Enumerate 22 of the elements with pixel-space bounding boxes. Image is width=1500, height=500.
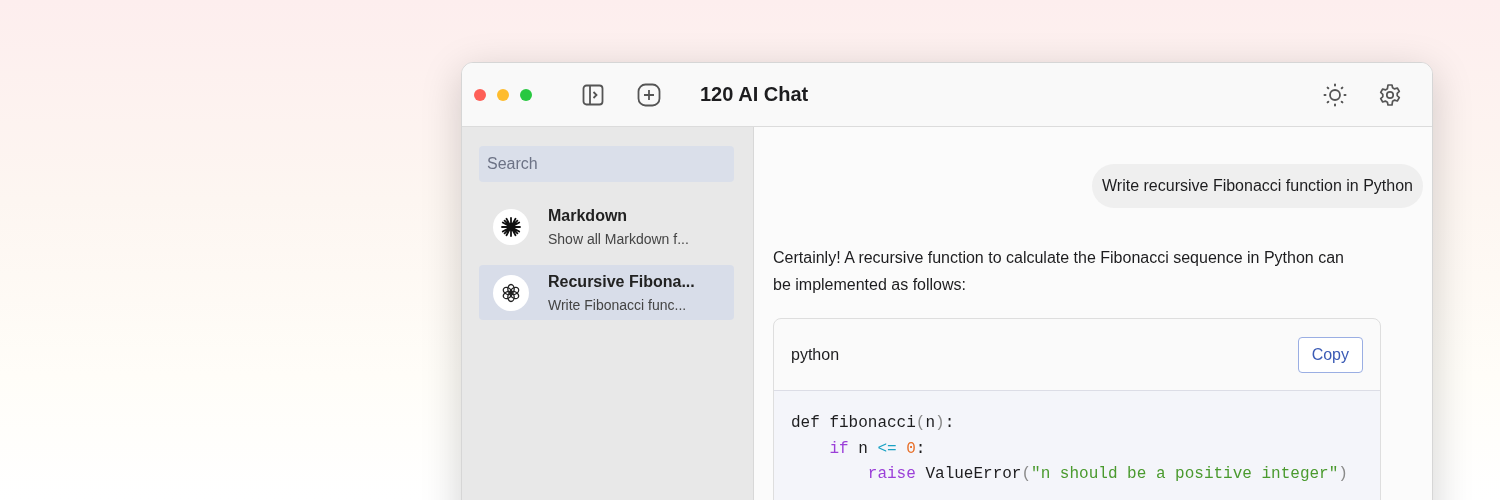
new-chat-icon[interactable] <box>637 82 661 107</box>
copy-button[interactable]: Copy <box>1297 336 1363 373</box>
conversation-item[interactable]: Markdown Show all Markdown f... <box>479 199 734 254</box>
conversation-title: Markdown <box>548 206 629 225</box>
search-field[interactable]: Search <box>479 146 734 182</box>
settings-icon[interactable] <box>1378 82 1402 107</box>
conversation-preview: Show all Markdown f... <box>548 230 689 247</box>
code-language: python <box>791 345 840 364</box>
conversation-preview: Write Fibonacci func... <box>548 296 688 313</box>
code-line: def fibonacci(n): <box>791 413 956 434</box>
window-title: 120 AI Chat <box>700 83 809 106</box>
knot-icon <box>501 282 521 303</box>
conversation-title: Recursive Fibona... <box>548 272 695 291</box>
sidebar-toggle-icon[interactable] <box>582 83 604 106</box>
conversation-item[interactable]: Recursive Fibona... Write Fibonacci func... <box>479 265 734 320</box>
code-line: if n <= 0: <box>828 438 927 460</box>
sun-icon[interactable] <box>1323 82 1347 107</box>
close-button[interactable] <box>474 88 486 101</box>
user-message: Write recursive Fibonacci function in Python <box>1092 164 1423 208</box>
code-line: raise ValueError("n should be a positive integer") <box>866 464 1349 485</box>
starburst-icon <box>501 216 521 237</box>
assistant-message: Certainly! A recursive function to calculate the Fibonacci sequence in Python can be implemented as follows: <box>773 248 1345 295</box>
